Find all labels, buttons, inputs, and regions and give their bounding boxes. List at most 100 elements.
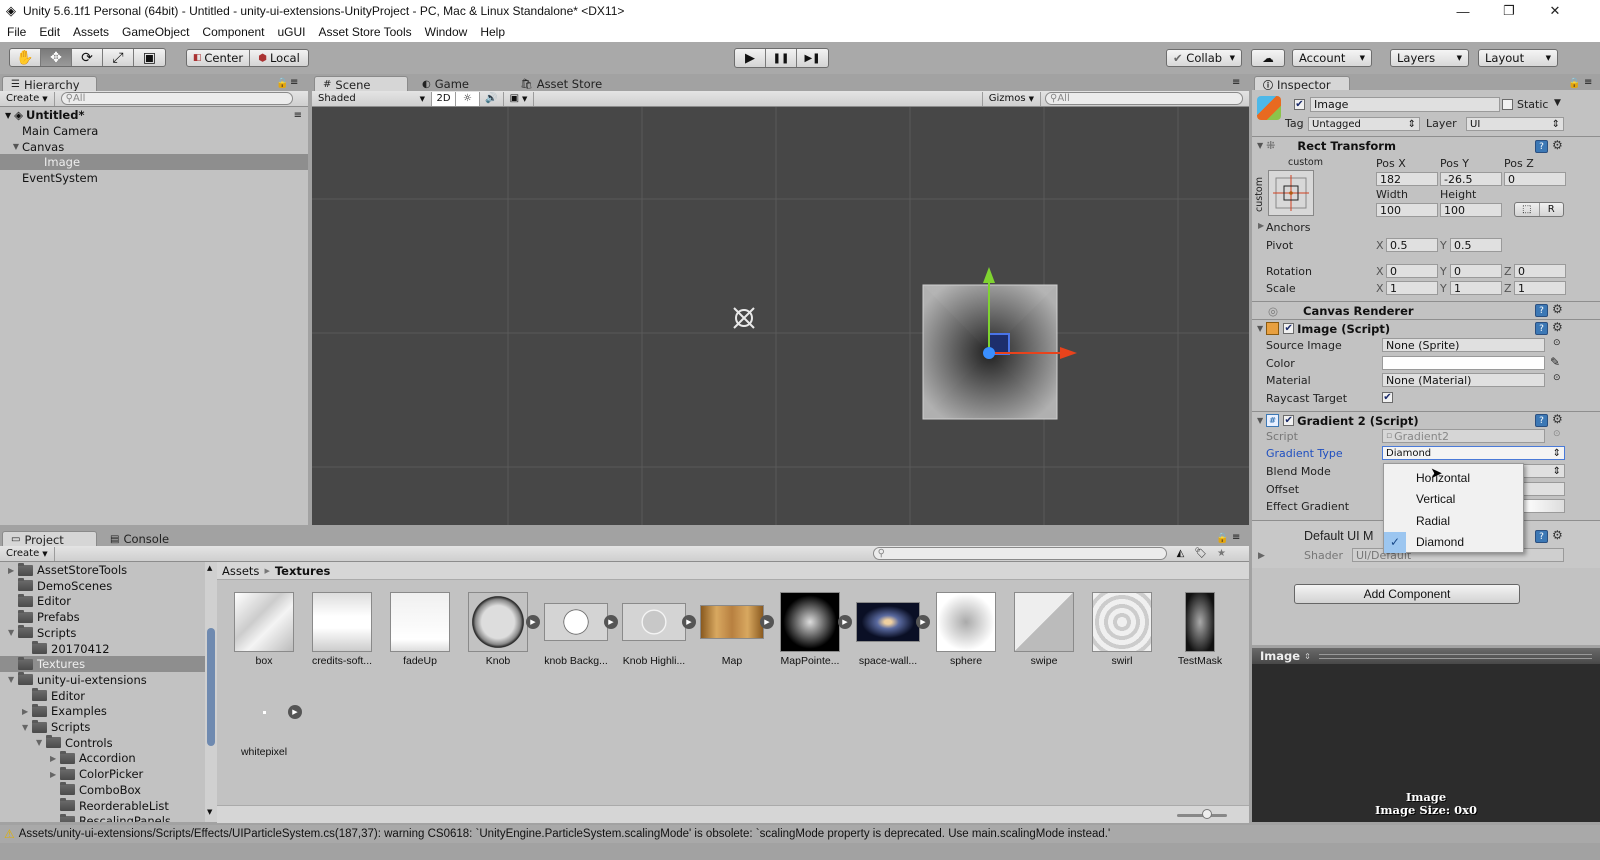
help-icon[interactable]: ? [1535, 530, 1548, 543]
menu-window[interactable]: Window [418, 25, 474, 39]
collapse-arrow-icon[interactable]: ▼ [1257, 416, 1263, 425]
step-button[interactable]: ▶❚ [797, 49, 828, 67]
restore-button[interactable]: ❐ [1486, 0, 1532, 22]
menu-ugui[interactable]: uGUI [270, 25, 311, 39]
asset-thumbnail[interactable] [856, 602, 920, 642]
expand-arrow-icon[interactable]: ▶ [1258, 551, 1265, 561]
filter-by-label-icon[interactable]: 🏷 [1194, 548, 1207, 559]
filter-by-type-icon[interactable]: ◭ [1177, 548, 1185, 559]
project-search-input[interactable]: ⚲ [872, 547, 1167, 560]
collapse-arrow-icon[interactable]: ▶ [22, 707, 32, 716]
gear-icon[interactable]: ⚙ [1552, 528, 1563, 542]
anchors-label[interactable]: Anchors [1266, 221, 1311, 234]
folder-item[interactable]: ▼ unity-ui-extensions [0, 672, 205, 688]
scene-root[interactable]: ▼ ◈ Untitled* ≡ [0, 107, 308, 123]
expand-subassets-icon[interactable]: ▶ [760, 615, 774, 629]
folder-item[interactable]: Editor [0, 593, 205, 609]
minimize-button[interactable]: — [1440, 0, 1486, 22]
menu-help[interactable]: Help [473, 25, 511, 39]
asset-thumbnail[interactable] [544, 603, 608, 641]
effects-dropdown[interactable]: ▣ ▼ [504, 91, 534, 106]
collapse-arrow-icon[interactable]: ▶ [8, 566, 18, 575]
collapse-arrow-icon[interactable]: ▶ [50, 754, 60, 763]
scale-y-input[interactable]: 1 [1450, 281, 1502, 295]
expand-arrow-icon[interactable]: ▼ [5, 111, 11, 120]
add-component-button[interactable]: Add Component [1294, 584, 1520, 604]
lock-icon[interactable]: 🔒 [276, 78, 288, 89]
lighting-toggle[interactable]: ☼ [456, 91, 480, 106]
help-icon[interactable]: ? [1535, 304, 1548, 317]
scale-tool-button[interactable]: ⤢ [103, 49, 134, 66]
folder-item[interactable]: ComboBox [0, 782, 205, 798]
pos-z-input[interactable]: 0 [1504, 172, 1566, 186]
gear-icon[interactable]: ⚙ [1552, 138, 1563, 152]
tab-hierarchy[interactable]: ☰ Hierarchy [2, 76, 97, 92]
object-name-input[interactable]: Image [1310, 97, 1500, 112]
folder-item[interactable]: ▶ Accordion [0, 750, 205, 766]
menu-asset-store-tools[interactable]: Asset Store Tools [311, 25, 417, 39]
tab-scene[interactable]: # Scene [314, 76, 408, 92]
expand-arrow-icon[interactable]: ▼ [22, 723, 32, 732]
collab-button[interactable]: ✔ Collab ▼ [1166, 49, 1242, 67]
expand-subassets-icon[interactable]: ▶ [838, 615, 852, 629]
source-image-field[interactable]: None (Sprite) [1382, 338, 1545, 352]
gradient-option-vertical[interactable]: Vertical [1384, 489, 1523, 510]
layout-dropdown[interactable]: Layout ▼ [1478, 49, 1558, 67]
hand-tool-button[interactable]: ✋ [10, 49, 41, 66]
asset-thumbnail[interactable] [780, 592, 840, 652]
layer-dropdown[interactable]: UI ⇕ [1466, 117, 1564, 131]
tab-project[interactable]: ▭ Project [2, 531, 97, 547]
object-picker-icon[interactable]: ⊙ [1553, 373, 1561, 383]
asset-label[interactable]: credits-soft... [302, 655, 382, 667]
hierarchy-item[interactable]: Main Camera [0, 123, 308, 139]
shading-mode-dropdown[interactable]: Shaded ▼ [312, 91, 432, 106]
2d-toggle[interactable]: 2D [432, 91, 456, 106]
tab-console[interactable]: ▤ Console [102, 531, 177, 547]
asset-label[interactable]: knob Backg... [536, 655, 616, 667]
folder-item[interactable]: ▶ AssetStoreTools [0, 562, 205, 578]
folder-item[interactable]: ▼ Scripts [0, 625, 205, 641]
asset-label[interactable]: Knob [458, 655, 538, 667]
audio-toggle[interactable]: 🔊 [480, 91, 504, 106]
rotation-x-input[interactable]: 0 [1386, 264, 1438, 278]
folder-item[interactable]: ▶ ColorPicker [0, 766, 205, 782]
pivot-y-input[interactable]: 0.5 [1450, 238, 1502, 252]
folder-item[interactable]: Editor [0, 688, 205, 704]
collapse-arrow-icon[interactable]: ▶ [50, 770, 60, 779]
menu-component[interactable]: Component [195, 25, 270, 39]
folder-item[interactable]: DemoScenes [0, 578, 205, 594]
tab-game[interactable]: ◐ Game [414, 76, 477, 92]
eyedropper-icon[interactable]: ✎ [1550, 355, 1560, 369]
pos-y-input[interactable]: -26.5 [1440, 172, 1502, 186]
rotate-tool-button[interactable]: ⟳ [72, 49, 103, 66]
tag-dropdown[interactable]: Untagged ⇕ [1308, 117, 1420, 131]
rotation-y-input[interactable]: 0 [1450, 264, 1502, 278]
blend-mode-dropdown[interactable]: ⇕ [1522, 464, 1565, 478]
asset-label[interactable]: box [224, 655, 304, 667]
hierarchy-item[interactable]: Image [0, 154, 308, 171]
project-create-button[interactable]: Create ▼ [0, 546, 55, 561]
expand-arrow-icon[interactable]: ▶ [1258, 221, 1264, 230]
panel-menu-icon[interactable]: ≡ [1232, 532, 1240, 543]
asset-thumbnail[interactable] [622, 603, 686, 641]
pause-button[interactable]: ❚❚ [766, 49, 797, 67]
collapse-arrow-icon[interactable]: ▼ [1257, 141, 1263, 150]
asset-thumbnail[interactable] [312, 592, 372, 652]
preview-header[interactable]: Image ⇕ [1252, 648, 1600, 664]
play-button[interactable]: ▶ [735, 49, 766, 67]
help-icon[interactable]: ? [1535, 322, 1548, 335]
effect-gradient-field[interactable] [1522, 499, 1565, 513]
scale-x-input[interactable]: 1 [1386, 281, 1438, 295]
menu-gameobject[interactable]: GameObject [115, 25, 195, 39]
tab-asset-store[interactable]: 🛍 Asset Store [512, 76, 610, 92]
help-icon[interactable]: ? [1535, 414, 1548, 427]
hierarchy-create-button[interactable]: Create ▼ [0, 91, 55, 106]
expand-subassets-icon[interactable]: ▶ [526, 615, 540, 629]
scale-z-input[interactable]: 1 [1514, 281, 1566, 295]
scroll-down-icon[interactable]: ▼ [207, 808, 212, 816]
asset-thumbnail[interactable] [1092, 592, 1152, 652]
tree-scrollbar[interactable]: ▲ ▼ [205, 562, 217, 822]
folder-item[interactable]: Prefabs [0, 609, 205, 625]
pivot-local-toggle[interactable]: ⬢ Local [250, 50, 308, 66]
menu-edit[interactable]: Edit [32, 25, 66, 39]
